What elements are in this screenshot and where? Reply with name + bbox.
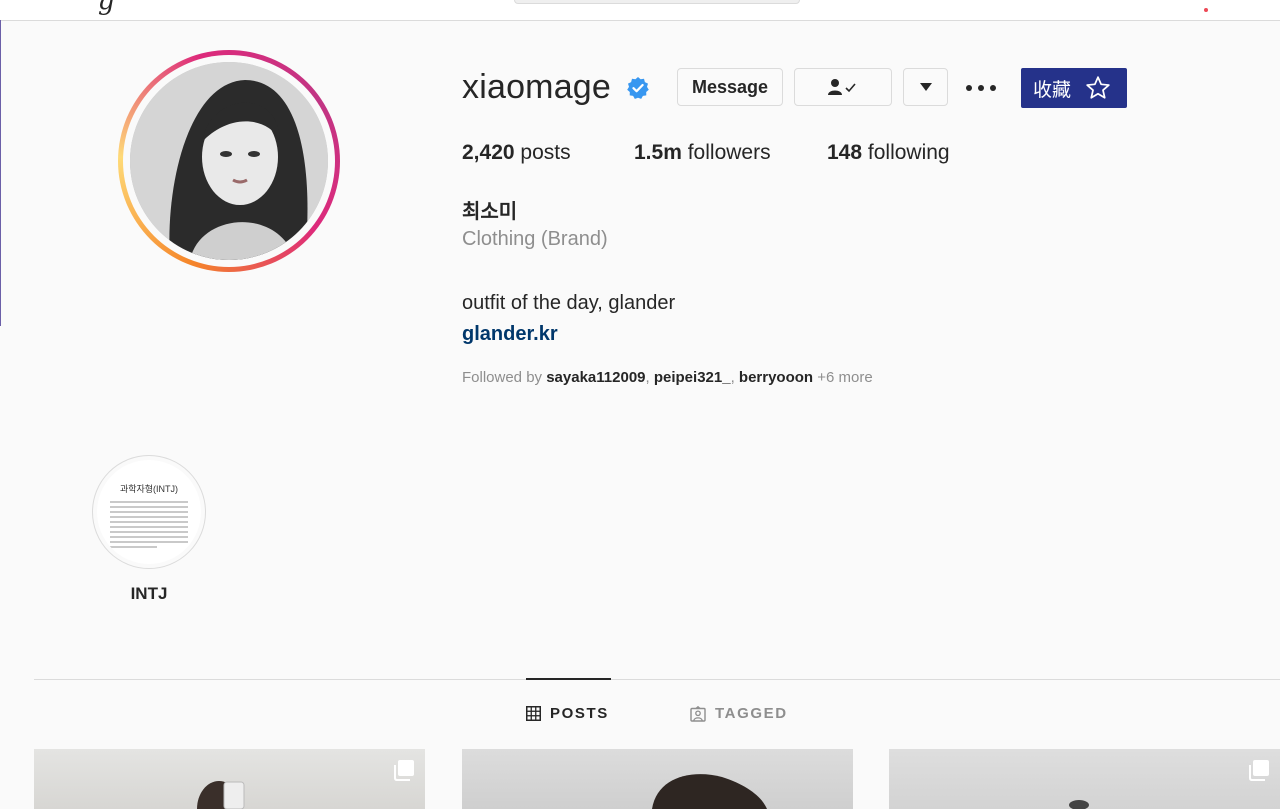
highlight-cover: 과학자형(INTJ) [97,460,201,564]
active-tab-indicator [526,678,611,680]
notification-dot [1204,8,1208,12]
follower-account[interactable]: sayaka112009 [546,369,645,386]
multiple-posts-icon [394,760,414,781]
followed-by-more[interactable]: +6 more [817,369,872,386]
tab-divider [34,679,1280,680]
story-highlight[interactable]: 과학자형(INTJ) [92,455,206,569]
followers-link[interactable]: 1.5m followers [634,141,771,165]
profile-bio: outfit of the day, glander [462,292,676,314]
tag-person-icon [690,705,706,722]
profile-avatar[interactable] [118,50,340,272]
collect-button[interactable]: 收藏 [1021,68,1127,108]
search-input[interactable] [514,0,800,4]
followed-by-text[interactable]: Followed by sayaka112009, peipei321_, be… [462,369,873,386]
instagram-logo[interactable]: g [98,0,115,16]
following-link[interactable]: 148 following [827,141,950,165]
profile-category: Clothing (Brand) [462,228,608,250]
multiple-posts-icon [1249,760,1269,781]
profile-username: xiaomage [462,68,612,106]
message-button[interactable]: Message [677,68,783,106]
top-navigation-bar: g [0,0,1280,21]
star-icon [1086,76,1110,99]
follower-account[interactable]: berryooon [739,369,813,386]
posts-count: 2,420 posts [462,141,571,164]
following-button[interactable] [794,68,892,106]
verified-badge-icon [627,77,649,99]
tab-tagged[interactable]: TAGGED [690,705,788,722]
collect-label: 收藏 [1033,79,1072,101]
window-edge [0,20,1,326]
caret-down-icon [919,83,932,91]
post-thumbnail[interactable] [889,749,1280,809]
profile-full-name: 최소미 [462,201,518,223]
highlight-label: INTJ [130,584,168,603]
more-options-icon[interactable] [966,78,996,98]
tab-posts[interactable]: POSTS [526,705,609,722]
avatar-photo [130,62,328,260]
suggested-accounts-dropdown[interactable] [903,68,948,106]
post-thumbnail[interactable] [34,749,425,809]
grid-icon [526,706,541,721]
person-check-icon [828,79,856,95]
profile-website-link[interactable]: glander.kr [462,323,558,346]
follower-account[interactable]: peipei321_ [654,369,731,386]
post-thumbnail[interactable] [462,749,853,809]
